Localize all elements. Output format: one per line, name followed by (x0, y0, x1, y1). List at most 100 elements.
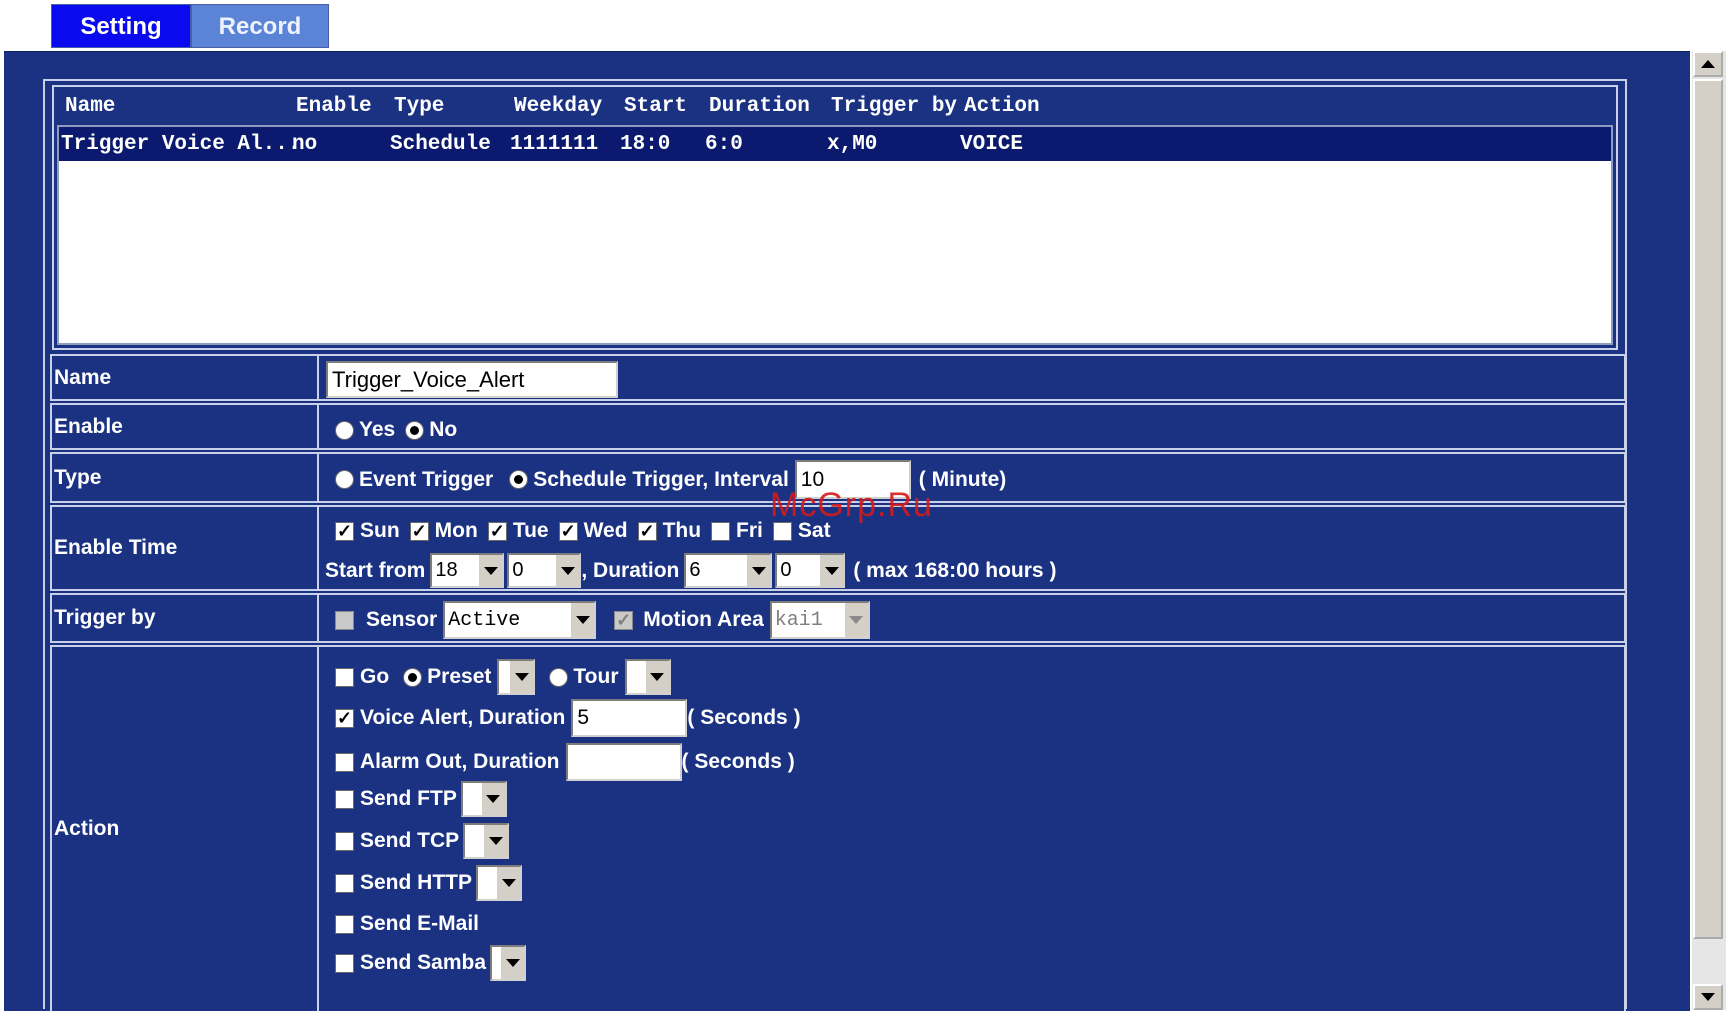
start-minute-select[interactable]: 0 (507, 553, 582, 588)
column-header-weekday: Weekday (514, 95, 603, 118)
sensor-state-select[interactable]: Active (443, 601, 597, 639)
column-header-start: Start (624, 95, 688, 118)
enable-yes-label: Yes (359, 418, 396, 441)
cell-trigger-by: x,M0 (827, 133, 878, 156)
watermark: McGrp.Ru (770, 486, 933, 524)
list-body[interactable]: Trigger Voice Al... no Schedule 1111111 … (57, 125, 1613, 345)
cell-weekday: 1111111 (510, 133, 599, 156)
arrow-up-icon (1701, 60, 1715, 68)
arrow-down-icon (1701, 993, 1715, 1001)
send-tcp-label: Send TCP (360, 829, 460, 852)
day-wed-checkbox[interactable]: ✓ (558, 521, 578, 541)
day-thu-label: Thu (662, 519, 702, 542)
alarm-out-label: Alarm Out, Duration (360, 750, 560, 773)
table-row[interactable]: Trigger Voice Al... no Schedule 1111111 … (59, 127, 1611, 161)
sensor-label: Sensor (366, 608, 438, 631)
schedule-trigger-label: Schedule Trigger, Interval (533, 467, 789, 491)
preset-label: Preset (427, 665, 492, 688)
send-http-checkbox[interactable] (335, 873, 354, 893)
send-tcp-checkbox[interactable] (335, 831, 354, 851)
name-input[interactable]: Trigger_Voice_Alert (326, 361, 618, 398)
cell-name: Trigger Voice Al... (61, 133, 301, 156)
send-samba-label: Send Samba (360, 951, 487, 974)
motion-area-select[interactable]: kai1 (769, 601, 870, 639)
start-hour-select[interactable]: 18 (430, 553, 505, 588)
voice-duration-input[interactable]: 5 (571, 699, 688, 737)
preset-select[interactable] (497, 659, 536, 695)
event-trigger-radio[interactable] (335, 470, 354, 489)
tour-radio[interactable] (549, 667, 569, 687)
vertical-scrollbar[interactable] (1692, 51, 1726, 1010)
max-duration-note: ( max 168:00 hours ) (853, 558, 1057, 582)
duration-hour-select[interactable]: 6 (684, 553, 773, 588)
enable-yes-radio[interactable] (335, 420, 354, 440)
event-trigger-label: Event Trigger (359, 467, 494, 491)
go-checkbox[interactable] (335, 667, 354, 687)
cell-start: 18:0 (620, 133, 671, 156)
sensor-checkbox[interactable] (335, 610, 354, 630)
send-email-checkbox[interactable] (335, 914, 354, 934)
tab-record[interactable]: Record (191, 4, 329, 48)
motion-area-checkbox[interactable]: ✓ (614, 610, 634, 630)
preset-radio[interactable] (403, 667, 423, 687)
day-fri-label: Fri (736, 519, 763, 542)
scroll-down-button[interactable] (1693, 984, 1723, 1010)
schedule-list: Name Enable Type Weekday Start Duration … (52, 85, 1618, 350)
voice-alert-label: Voice Alert, Duration (360, 706, 566, 729)
send-ftp-checkbox[interactable] (335, 789, 354, 809)
day-tue-checkbox[interactable]: ✓ (487, 521, 507, 541)
voice-seconds-label: ( Seconds ) (687, 706, 801, 729)
cell-duration: 6:0 (705, 133, 743, 156)
send-samba-checkbox[interactable] (335, 953, 354, 973)
send-http-select[interactable] (476, 865, 523, 901)
send-samba-select[interactable] (490, 945, 527, 981)
enable-no-label: No (429, 418, 458, 441)
send-tcp-select[interactable] (463, 823, 510, 859)
enable-row: Enable Yes No (50, 403, 1626, 450)
list-header: Name Enable Type Weekday Start Duration … (56, 89, 1614, 123)
day-mon-label: Mon (434, 519, 478, 542)
column-header-type: Type (394, 95, 445, 118)
column-header-trigger-by: Trigger by (831, 95, 958, 118)
tab-bar: Setting Record (51, 4, 329, 49)
duration-minute-select[interactable]: 0 (775, 553, 846, 588)
scroll-up-button[interactable] (1693, 51, 1723, 77)
alarm-duration-input[interactable] (565, 743, 682, 781)
send-ftp-select[interactable] (460, 781, 507, 817)
tour-select[interactable] (624, 659, 671, 695)
cell-action: VOICE (960, 133, 1024, 156)
scrollbar-thumb[interactable] (1693, 79, 1723, 939)
trigger-by-label: Trigger by (52, 595, 319, 641)
send-ftp-label: Send FTP (360, 787, 457, 810)
day-thu-checkbox[interactable]: ✓ (637, 521, 657, 541)
settings-panel: Name Enable Type Weekday Start Duration … (4, 51, 1690, 1011)
tour-label: Tour (573, 665, 619, 688)
column-header-action: Action (964, 95, 1040, 118)
action-label: Action (52, 647, 319, 1011)
enable-no-radio[interactable] (405, 420, 425, 440)
cell-enable: no (292, 133, 318, 156)
alarm-out-checkbox[interactable] (335, 752, 354, 772)
voice-alert-checkbox[interactable]: ✓ (335, 708, 354, 728)
enable-time-label: Enable Time (52, 507, 319, 589)
day-tue-label: Tue (512, 519, 549, 542)
column-header-name: Name (65, 95, 116, 118)
name-row: Name Trigger_Voice_Alert (50, 354, 1626, 401)
day-mon-checkbox[interactable]: ✓ (409, 521, 429, 541)
action-row: Action Go Preset Tour ✓ Voice Alert, Dur… (50, 645, 1626, 1011)
cell-type: Schedule (390, 133, 491, 156)
start-from-label: Start from (325, 558, 426, 582)
duration-label: , Duration (581, 558, 680, 582)
go-label: Go (360, 665, 390, 688)
day-fri-checkbox[interactable] (711, 521, 731, 541)
send-http-label: Send HTTP (360, 871, 473, 894)
column-header-enable: Enable (296, 95, 372, 118)
tab-setting[interactable]: Setting (51, 4, 191, 48)
enable-label: Enable (52, 405, 319, 448)
day-sun-checkbox[interactable]: ✓ (335, 521, 354, 541)
schedule-trigger-radio[interactable] (509, 470, 529, 489)
day-sun-label: Sun (360, 519, 400, 542)
send-email-label: Send E-Mail (360, 912, 480, 935)
day-wed-label: Wed (583, 519, 628, 542)
trigger-by-row: Trigger by Sensor Active ✓ Motion Area k… (50, 593, 1626, 643)
